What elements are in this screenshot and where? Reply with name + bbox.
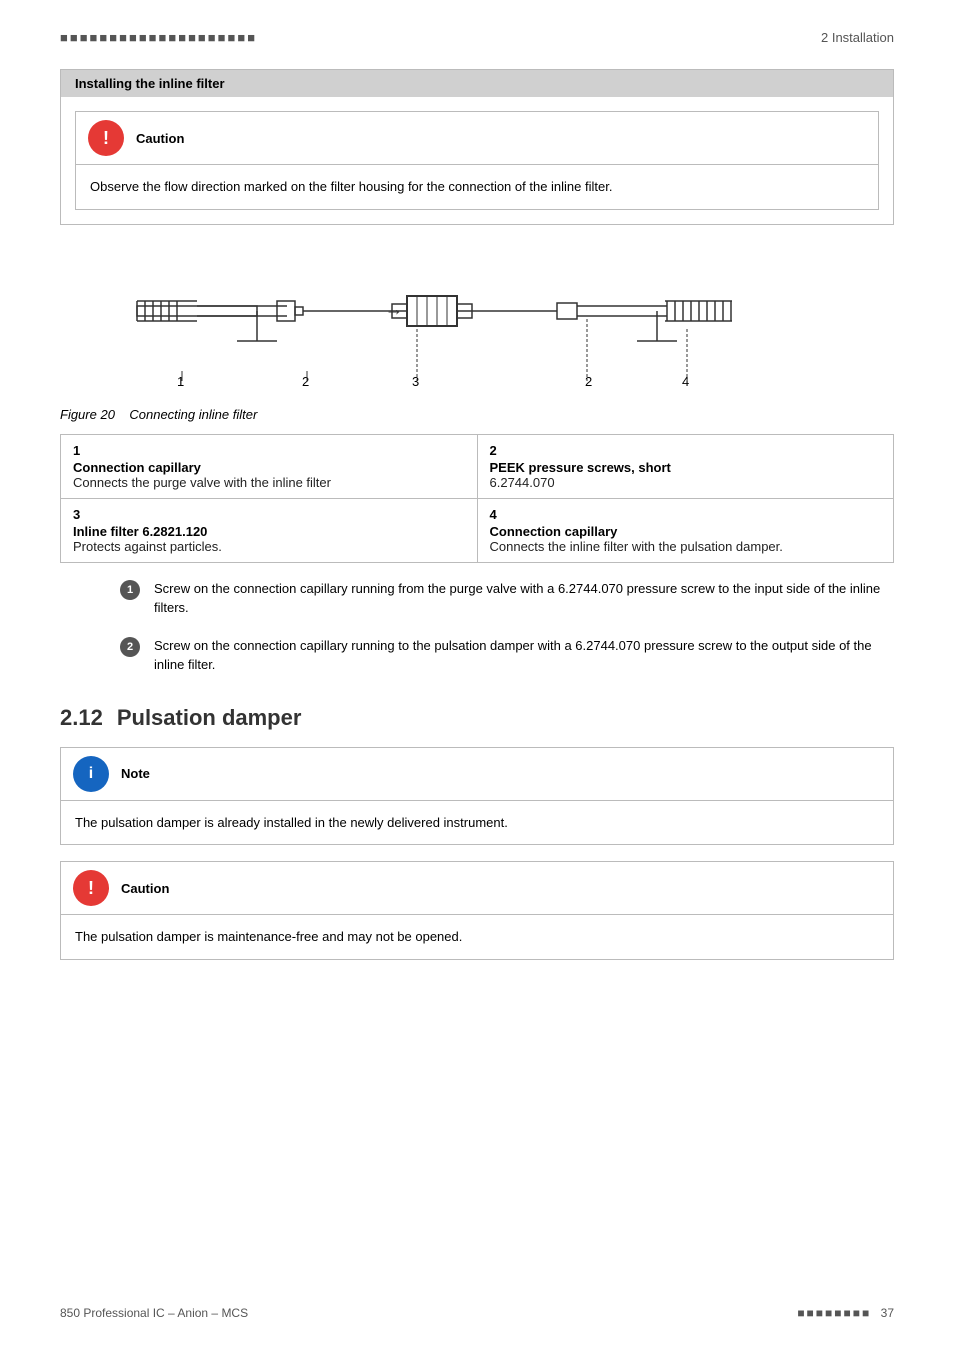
inline-filter-diagram: 1 2 3 2 4 xyxy=(117,241,837,401)
svg-text:1: 1 xyxy=(177,374,184,389)
note-header: i Note xyxy=(61,748,893,801)
component-num-3: 3 xyxy=(73,507,465,522)
step-item-2: 2 Screw on the connection capillary runn… xyxy=(120,636,894,675)
component-num-4: 4 xyxy=(490,507,882,522)
component-table: 1 Connection capillary Connects the purg… xyxy=(60,434,894,563)
section-212-heading: 2.12 Pulsation damper xyxy=(60,705,894,731)
note-icon: i xyxy=(73,756,109,792)
header-section: 2 Installation xyxy=(821,30,894,45)
svg-text:2: 2 xyxy=(585,374,592,389)
pulsation-caution-icon: ! xyxy=(73,870,109,906)
note-box: i Note The pulsation damper is already i… xyxy=(60,747,894,846)
component-desc-2: 6.2744.070 xyxy=(490,475,882,490)
figure-caption-text: Connecting inline filter xyxy=(129,407,257,422)
component-name-3: Inline filter 6.2821.120 xyxy=(73,524,465,539)
step-text-1: Screw on the connection capillary runnin… xyxy=(154,579,894,618)
figure-caption-number: Figure 20 xyxy=(60,407,115,422)
footer-page: 37 xyxy=(881,1306,894,1320)
steps-container: 1 Screw on the connection capillary runn… xyxy=(120,579,894,675)
section-212-title: Pulsation damper xyxy=(117,705,302,731)
component-cell-2: 2 PEEK pressure screws, short 6.2744.070 xyxy=(477,434,894,498)
step-item-1: 1 Screw on the connection capillary runn… xyxy=(120,579,894,618)
component-num-2: 2 xyxy=(490,443,882,458)
component-desc-1: Connects the purge valve with the inline… xyxy=(73,475,465,490)
step-num-1: 1 xyxy=(120,580,140,600)
caution-header: ! Caution xyxy=(76,112,878,165)
page-header: ■■■■■■■■■■■■■■■■■■■■ 2 Installation xyxy=(60,30,894,49)
caution-title: Caution xyxy=(136,131,184,146)
component-cell-4: 4 Connection capillary Connects the inli… xyxy=(477,498,894,562)
pulsation-caution-body: The pulsation damper is maintenance-free… xyxy=(61,915,893,959)
figure-area: 1 2 3 2 4 xyxy=(60,241,894,563)
step-num-2: 2 xyxy=(120,637,140,657)
caution-body: Observe the flow direction marked on the… xyxy=(76,165,878,209)
component-name-2: PEEK pressure screws, short xyxy=(490,460,882,475)
table-row: 1 Connection capillary Connects the purg… xyxy=(61,434,894,498)
page-footer: 850 Professional IC – Anion – MCS ■■■■■■… xyxy=(60,1306,894,1320)
installing-title: Installing the inline filter xyxy=(61,70,893,97)
figure-svg-container: 1 2 3 2 4 xyxy=(60,241,894,401)
svg-text:→: → xyxy=(385,299,403,319)
svg-text:4: 4 xyxy=(682,374,689,389)
table-row: 3 Inline filter 6.2821.120 Protects agai… xyxy=(61,498,894,562)
component-name-4: Connection capillary xyxy=(490,524,882,539)
step-text-2: Screw on the connection capillary runnin… xyxy=(154,636,894,675)
caution-icon: ! xyxy=(88,120,124,156)
pulsation-caution-box: ! Caution The pulsation damper is mainte… xyxy=(60,861,894,960)
section-number: 2.12 xyxy=(60,705,103,731)
component-desc-3: Protects against particles. xyxy=(73,539,465,554)
pulsation-caution-header: ! Caution xyxy=(61,862,893,915)
svg-text:3: 3 xyxy=(412,374,419,389)
installing-caution-box: ! Caution Observe the flow direction mar… xyxy=(75,111,879,210)
figure-caption: Figure 20 Connecting inline filter xyxy=(60,407,894,422)
header-dots: ■■■■■■■■■■■■■■■■■■■■ xyxy=(60,30,257,45)
note-body: The pulsation damper is already installe… xyxy=(61,801,893,845)
svg-text:2: 2 xyxy=(302,374,309,389)
component-cell-3: 3 Inline filter 6.2821.120 Protects agai… xyxy=(61,498,478,562)
component-name-1: Connection capillary xyxy=(73,460,465,475)
footer-right: ■■■■■■■■ 37 xyxy=(797,1306,894,1320)
footer-dots: ■■■■■■■■ xyxy=(797,1306,871,1320)
component-num-1: 1 xyxy=(73,443,465,458)
component-cell-1: 1 Connection capillary Connects the purg… xyxy=(61,434,478,498)
pulsation-caution-title: Caution xyxy=(121,881,169,896)
footer-product: 850 Professional IC – Anion – MCS xyxy=(60,1306,248,1320)
installing-section: Installing the inline filter ! Caution O… xyxy=(60,69,894,225)
component-desc-4: Connects the inline filter with the puls… xyxy=(490,539,882,554)
note-title: Note xyxy=(121,766,150,781)
